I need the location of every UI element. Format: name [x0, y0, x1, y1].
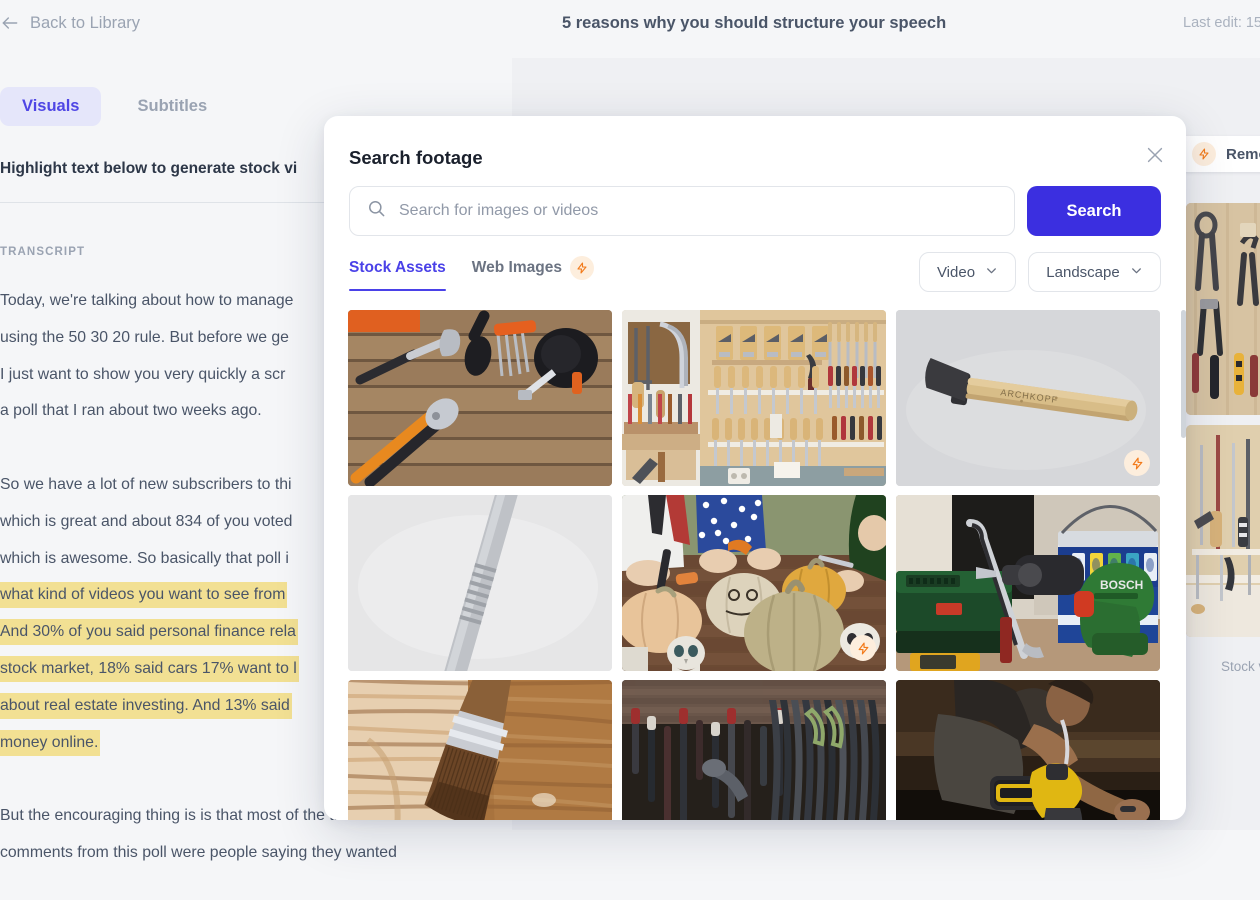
svg-text:BOSCH: BOSCH: [1100, 578, 1143, 592]
transcript-highlight[interactable]: what kind of videos you want to see from: [0, 582, 288, 609]
top-bar: Back to Library 5 reasons why you should…: [0, 0, 1260, 50]
last-edit-label: Last edit: 15: [1183, 15, 1260, 31]
close-icon[interactable]: [1144, 144, 1166, 166]
tab-stock-assets[interactable]: Stock Assets: [349, 256, 446, 291]
modal-title: Search footage: [349, 147, 483, 168]
transcript-highlight[interactable]: And 30% of you said personal finance rel…: [0, 619, 298, 646]
tab-stock-assets-label: Stock Assets: [349, 259, 446, 276]
transcript-line[interactable]: comments from this poll were people sayi…: [0, 835, 512, 872]
orientation-value: Landscape: [1046, 263, 1120, 281]
search-row: Search: [349, 186, 1161, 236]
result-thumbnail[interactable]: [896, 680, 1160, 820]
result-thumbnail[interactable]: [622, 495, 886, 671]
search-footage-modal: Search footage Search Stock Assets: [324, 116, 1186, 820]
arrow-left-icon: [0, 13, 20, 33]
remove-visual-label: Remo: [1226, 145, 1260, 163]
transcript-highlight[interactable]: money online.: [0, 729, 101, 756]
app-root: Back to Library 5 reasons why you should…: [0, 0, 1260, 900]
results-scrollbar-track[interactable]: [1181, 310, 1186, 820]
media-type-value: Video: [936, 263, 976, 281]
transcript-highlight[interactable]: about real estate investing. And 13% sai…: [0, 692, 292, 719]
side-thumbnail-chisel-wall[interactable]: [1186, 425, 1260, 637]
search-field[interactable]: [349, 186, 1015, 236]
lightning-bolt-icon: [850, 635, 876, 661]
remove-visual-button[interactable]: Remo: [1178, 136, 1260, 172]
source-tabs: Stock Assets Web Images: [349, 256, 594, 291]
document-title: 5 reasons why you should structure your …: [562, 14, 947, 32]
chevron-down-icon: [1130, 264, 1143, 281]
results-grid-wrapper: ARCHKOPF BOSCH: [348, 310, 1186, 820]
tab-subtitles[interactable]: Subtitles: [115, 87, 229, 126]
panel-tabs: Visuals Subtitles: [0, 87, 229, 126]
tab-visuals[interactable]: Visuals: [0, 87, 102, 126]
lightning-bolt-icon: [1124, 450, 1150, 476]
filter-row: Stock Assets Web Images Video Landscape: [349, 252, 1161, 298]
side-panel-caption: Stock v: [1221, 659, 1260, 674]
lightning-bolt-icon: [569, 256, 594, 280]
media-type-select[interactable]: Video: [919, 252, 1016, 292]
back-to-library-label: Back to Library: [30, 13, 141, 32]
side-thumbnail-pegboard[interactable]: [1186, 203, 1260, 415]
result-thumbnail[interactable]: [348, 495, 612, 671]
back-to-library-button[interactable]: Back to Library: [0, 13, 140, 33]
search-icon: [367, 199, 386, 223]
orientation-select[interactable]: Landscape: [1028, 252, 1161, 292]
results-scrollbar-thumb[interactable]: [1181, 310, 1186, 438]
result-thumbnail[interactable]: ARCHKOPF: [896, 310, 1160, 486]
chevron-down-icon: [985, 264, 998, 281]
results-grid: ARCHKOPF BOSCH: [348, 310, 1160, 820]
result-thumbnail[interactable]: [348, 680, 612, 820]
filter-selects: Video Landscape: [919, 252, 1161, 292]
result-thumbnail[interactable]: [622, 680, 886, 820]
transcript-highlight[interactable]: stock market, 18% said cars 17% want to …: [0, 655, 299, 682]
highlight-instruction: Highlight text below to generate stock v…: [0, 160, 298, 177]
tab-web-images[interactable]: Web Images: [472, 256, 594, 291]
result-thumbnail[interactable]: [622, 310, 886, 486]
result-thumbnail[interactable]: [348, 310, 612, 486]
transcript-section-label: TRANSCRIPT: [0, 246, 86, 258]
search-input[interactable]: [386, 202, 1014, 220]
lightning-bolt-icon: [1192, 142, 1216, 166]
search-button[interactable]: Search: [1027, 186, 1161, 236]
tab-web-images-label: Web Images: [471, 259, 562, 276]
result-thumbnail[interactable]: BOSCH: [896, 495, 1160, 671]
